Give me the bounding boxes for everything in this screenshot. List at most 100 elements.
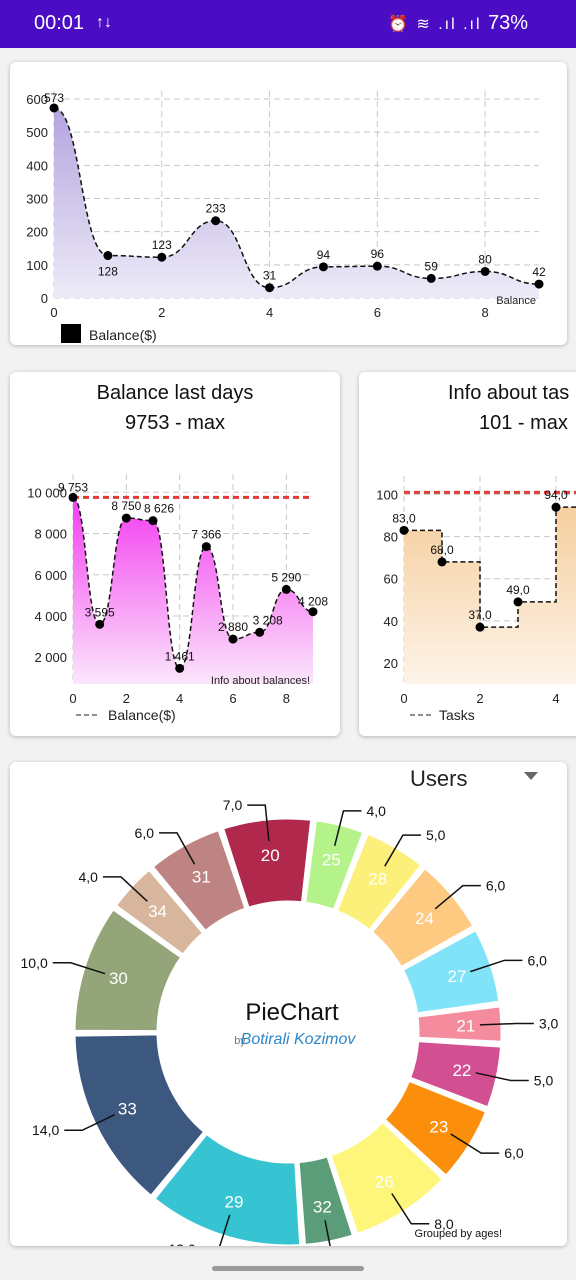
x-tick-label: 0	[400, 691, 407, 706]
data-point	[228, 634, 238, 644]
data-point	[148, 516, 158, 526]
data-point	[399, 525, 409, 535]
data-point	[318, 262, 328, 272]
slice-label: 21	[456, 1016, 475, 1035]
data-label: 59	[425, 259, 439, 273]
y-tick-label: 300	[26, 192, 48, 207]
data-label: 42	[532, 265, 546, 279]
data-label: 3 595	[85, 605, 115, 619]
slice-label: 25	[322, 850, 341, 869]
x-tick-label: 6	[229, 691, 236, 706]
data-point	[255, 627, 265, 637]
data-point	[211, 216, 221, 226]
slice-value: 6,0	[504, 1145, 524, 1161]
y-tick-label: 8 000	[34, 527, 67, 542]
legend-label: Balance($)	[108, 707, 176, 723]
data-label: 31	[263, 269, 277, 283]
data-label: 1 461	[165, 649, 195, 663]
y-tick-label: 4 000	[34, 609, 67, 624]
y-tick-label: 40	[384, 614, 398, 629]
y-tick-label: 100	[26, 258, 48, 273]
x-tick-label: 4	[266, 305, 273, 320]
x-tick-label: 0	[50, 305, 57, 320]
balance-last-days-chart[interactable]: 2 0004 0006 0008 00010 0000 2 4 6 89 7533 59…	[10, 372, 340, 736]
slice-label: 26	[375, 1173, 394, 1192]
data-point	[480, 266, 490, 276]
pie-chart-card[interactable]: 25 4,0 28 5,0 24 6,0 27 6,0 21 3,0 22 5,0 23 6,0 26 8,0…	[10, 762, 567, 1246]
tasks-chart[interactable]: 20406080100024683,068,037,049,094,074,05…	[359, 372, 576, 736]
data-point	[175, 663, 185, 673]
data-label: 8 626	[144, 502, 174, 516]
balance-last-days-card[interactable]: Balance last days 9753 - max 2 000 4 000 6…	[10, 372, 340, 736]
slice-label: 22	[452, 1061, 471, 1080]
home-indicator[interactable]	[212, 1266, 364, 1271]
data-point	[95, 619, 105, 629]
data-label: 573	[44, 91, 64, 105]
data-label: 2 880	[218, 620, 248, 634]
slice-value: 12,0	[169, 1241, 196, 1246]
data-label: 83,0	[392, 511, 416, 525]
slice-label: 24	[415, 909, 434, 928]
x-tick-label: 8	[481, 305, 488, 320]
slice-label: 27	[448, 967, 467, 986]
chevron-down-icon[interactable]	[524, 772, 538, 780]
slice-label: 33	[118, 1100, 137, 1119]
y-tick-label: 500	[26, 125, 48, 140]
slice-value: 5,0	[426, 827, 446, 843]
users-dropdown[interactable]: Users	[410, 766, 467, 792]
data-label: 49,0	[506, 583, 530, 597]
slice-value: 4,0	[366, 803, 386, 819]
legend-swatch	[61, 324, 81, 343]
data-label: 9 753	[58, 480, 88, 494]
status-icons: ⏰ ≋ .ıl .ıl	[388, 16, 482, 33]
slice-value: 10,0	[21, 955, 48, 971]
data-transfer-icon: ↑↓	[96, 14, 112, 31]
data-point	[426, 273, 436, 283]
legend-label: Tasks	[439, 707, 475, 723]
series-area	[404, 507, 576, 684]
x-tick-label: 2	[123, 691, 130, 706]
data-label: 3 208	[253, 613, 283, 627]
slice-value: 14,0	[32, 1122, 59, 1138]
y-tick-label: 80	[384, 530, 398, 545]
users-pie-chart[interactable]: 254,0285,0246,0276,021 3,0225,0236,0268,0…	[10, 762, 567, 1246]
data-label: 94	[317, 248, 331, 262]
slice-value: 3,0	[539, 1016, 559, 1032]
balance-chart-card[interactable]: 0 100 200 300 400 500 600 0 2 4 6 8 573 128 123 233 31 94…	[10, 62, 567, 345]
slice-label: 34	[148, 902, 167, 921]
slice-value: 4,0	[78, 869, 98, 885]
y-tick-label: 2 000	[34, 650, 67, 665]
chart-annotation: Info about balances!	[211, 675, 310, 687]
chart-annotation: Balance	[496, 295, 536, 307]
data-label: 5 290	[271, 570, 301, 584]
x-tick-label: 6	[374, 305, 381, 320]
slice-value: 7,0	[223, 797, 243, 813]
tasks-chart-card[interactable]: Info about tas 101 - max 204060801000246…	[359, 372, 576, 736]
slice-label: 28	[368, 869, 387, 888]
series-area	[54, 107, 539, 298]
y-tick-label: 200	[26, 225, 48, 240]
data-point	[551, 502, 561, 512]
slice-label: 29	[224, 1193, 243, 1212]
slice-label: 23	[429, 1118, 448, 1137]
x-tick-label: 4	[552, 691, 559, 706]
data-point	[157, 252, 167, 262]
data-point	[534, 279, 544, 289]
y-tick-label: 60	[384, 572, 398, 587]
data-point	[103, 251, 113, 261]
data-point	[437, 557, 447, 567]
data-label: 8 750	[111, 499, 141, 513]
status-bar: 00:01 ↑↓ ⏰ ≋ .ıl .ıl 73%	[0, 0, 576, 48]
balance-line-chart[interactable]: 01002003004005006000 2 4 6 85731281232333194…	[10, 62, 567, 345]
slice-label: 30	[109, 969, 128, 988]
x-tick-label: 2	[476, 691, 483, 706]
x-tick-label: 0	[69, 691, 76, 706]
x-tick-label: 2	[158, 305, 165, 320]
x-tick-label: 8	[283, 691, 290, 706]
y-tick-label: 0	[41, 291, 48, 306]
pie-footer: Grouped by ages!	[415, 1228, 502, 1240]
slice-value: 5,0	[534, 1072, 554, 1088]
pie-center-title: PieChart	[245, 999, 339, 1026]
status-time: 00:01	[34, 12, 85, 34]
data-point	[281, 584, 291, 594]
